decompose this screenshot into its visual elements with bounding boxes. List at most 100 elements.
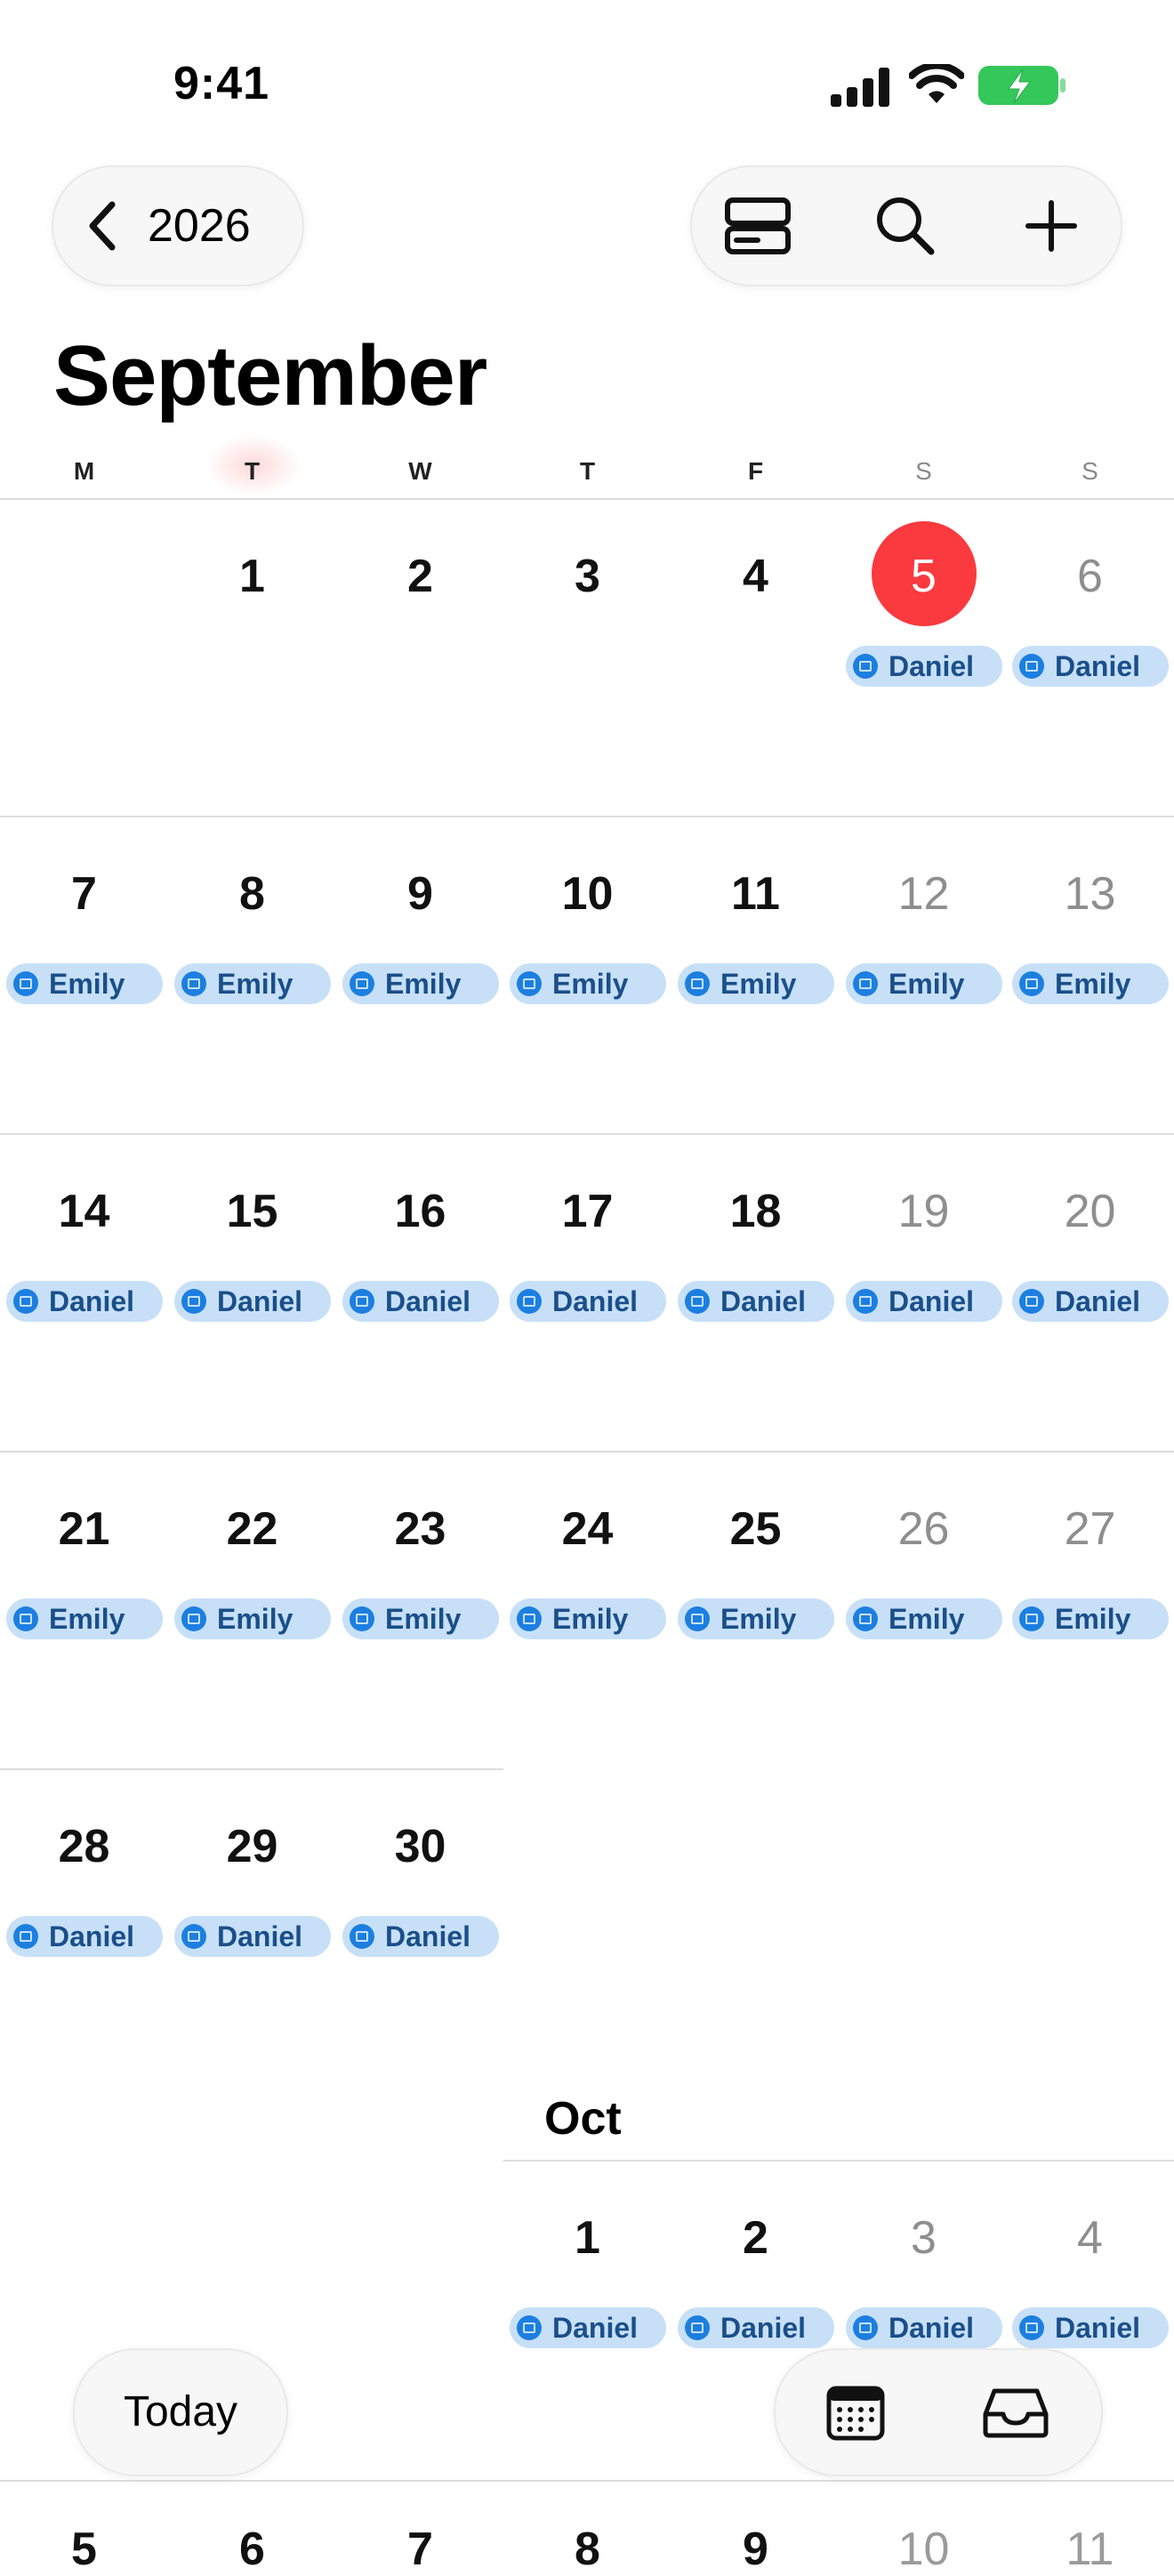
day-cell[interactable] [671,498,840,801]
toolbar [690,165,1122,286]
day-number: 26 [897,1503,950,1555]
weekday-label: T [244,457,261,485]
day-number: 23 [394,1503,446,1555]
day-number: 1 [239,551,265,602]
event-chip-label: Daniel [1055,649,1141,682]
event-chip[interactable]: Daniel [1012,646,1169,687]
event-chip[interactable]: Emily [342,1598,499,1639]
today-button[interactable]: Today [73,2348,288,2476]
event-chip[interactable]: Emily [846,1598,1002,1639]
day-number: 28 [58,1821,110,1872]
event-chip-label: Emily [217,967,294,1000]
day-number: 11 [1065,2524,1114,2575]
event-chip[interactable]: Daniel [342,1916,499,1957]
event-chip[interactable]: Daniel [6,1281,163,1322]
back-to-year-button[interactable]: 2026 [52,165,304,286]
today-button-label: Today [123,2388,238,2435]
week-divider [0,2480,1174,2482]
event-chip-label: Emily [720,1602,797,1635]
month-title: September [53,328,487,423]
day-number: 16 [394,1186,446,1237]
calendars-button[interactable] [820,2377,891,2448]
event-chip[interactable]: Emily [1012,1598,1169,1639]
event-chip-label: Emily [552,967,629,1000]
add-event-button[interactable] [1016,190,1087,262]
list-view-button[interactable] [722,190,793,262]
calendar-event-icon [685,1289,710,1314]
calendar-event-icon [1019,1289,1044,1314]
event-chip[interactable]: Emily [510,1598,666,1639]
event-chip[interactable]: Daniel [510,2307,666,2348]
event-chip-label: Emily [1055,967,1131,1000]
battery-charging-icon [978,66,1065,105]
day-number: 4 [1077,2212,1103,2264]
event-chip[interactable]: Emily [6,1598,163,1639]
event-chip[interactable]: Emily [678,963,834,1004]
event-chip[interactable]: Daniel [1012,1281,1169,1322]
event-chip-label: Emily [385,1602,462,1635]
event-chip-label: Daniel [552,2311,639,2344]
event-chip[interactable]: Daniel [678,1281,834,1322]
event-chip[interactable]: Daniel [846,1281,1002,1322]
weekday-label: S [1082,457,1098,485]
day-number: 24 [561,1503,614,1555]
event-chip[interactable]: Emily [6,963,163,1004]
calendar-event-icon [853,1606,878,1631]
day-number: 1 [575,2212,600,2264]
event-chip[interactable]: Emily [846,963,1002,1004]
event-chip-label: Daniel [889,1284,975,1317]
event-chip[interactable]: Daniel [6,1916,163,1957]
event-chip[interactable]: Daniel [174,1916,331,1957]
event-chip-label: Daniel [720,1284,807,1317]
event-chip[interactable]: Emily [174,1598,331,1639]
calendar-event-icon [517,2315,542,2340]
cellular-signal-icon [831,68,889,107]
event-chip[interactable]: Emily [342,963,499,1004]
event-chip-label: Daniel [889,649,975,682]
event-chip[interactable]: Daniel [846,646,1002,687]
event-chip-label: Emily [889,967,965,1000]
search-button[interactable] [870,190,941,262]
event-chip[interactable]: Emily [1012,963,1169,1004]
calendar-event-icon [181,1924,206,1949]
event-chip[interactable]: Daniel [174,1281,331,1322]
event-chip[interactable]: Emily [174,963,331,1004]
event-chip[interactable]: Emily [678,1598,834,1639]
inbox-button[interactable] [980,2377,1051,2448]
event-chip-label: Daniel [49,1284,135,1317]
day-number: 7 [71,868,97,920]
day-number: 29 [226,1821,278,1872]
day-number: 13 [1064,868,1116,920]
day-cell[interactable] [336,498,504,801]
day-number: 2 [407,551,433,602]
event-chip[interactable]: Daniel [342,1281,499,1322]
event-chip-label: Emily [889,1602,965,1635]
day-cell[interactable] [168,498,336,801]
event-chip[interactable]: Emily [510,963,666,1004]
event-chip[interactable]: Daniel [678,2307,834,2348]
day-number: 17 [561,1186,614,1237]
calendar-event-icon [181,1606,206,1631]
weekday-header: M T W T F S S [0,457,1174,495]
day-number: 14 [58,1186,110,1237]
day-number: 6 [1077,551,1103,602]
event-chip[interactable]: Daniel [1012,2307,1169,2348]
day-number: 12 [897,868,950,920]
event-chip-label: Daniel [1055,1284,1141,1317]
event-chip-label: Emily [552,1602,629,1635]
event-chip[interactable]: Daniel [510,1281,666,1322]
day-number: 10 [897,2524,950,2575]
day-number: 27 [1064,1503,1116,1555]
day-number: 2 [743,2212,768,2264]
event-chip[interactable]: Daniel [846,2307,1002,2348]
weekday-label: F [747,457,764,485]
weekday-label: W [408,457,432,485]
day-cell[interactable] [503,498,671,801]
calendar-event-icon [13,1924,38,1949]
calendar-event-icon [853,1289,878,1314]
calendar-event-icon [685,2315,710,2340]
day-number: 4 [743,551,768,602]
day-number: 30 [394,1821,446,1872]
next-month-label: Oct [544,2093,622,2145]
day-number-today: 5 [911,551,937,602]
